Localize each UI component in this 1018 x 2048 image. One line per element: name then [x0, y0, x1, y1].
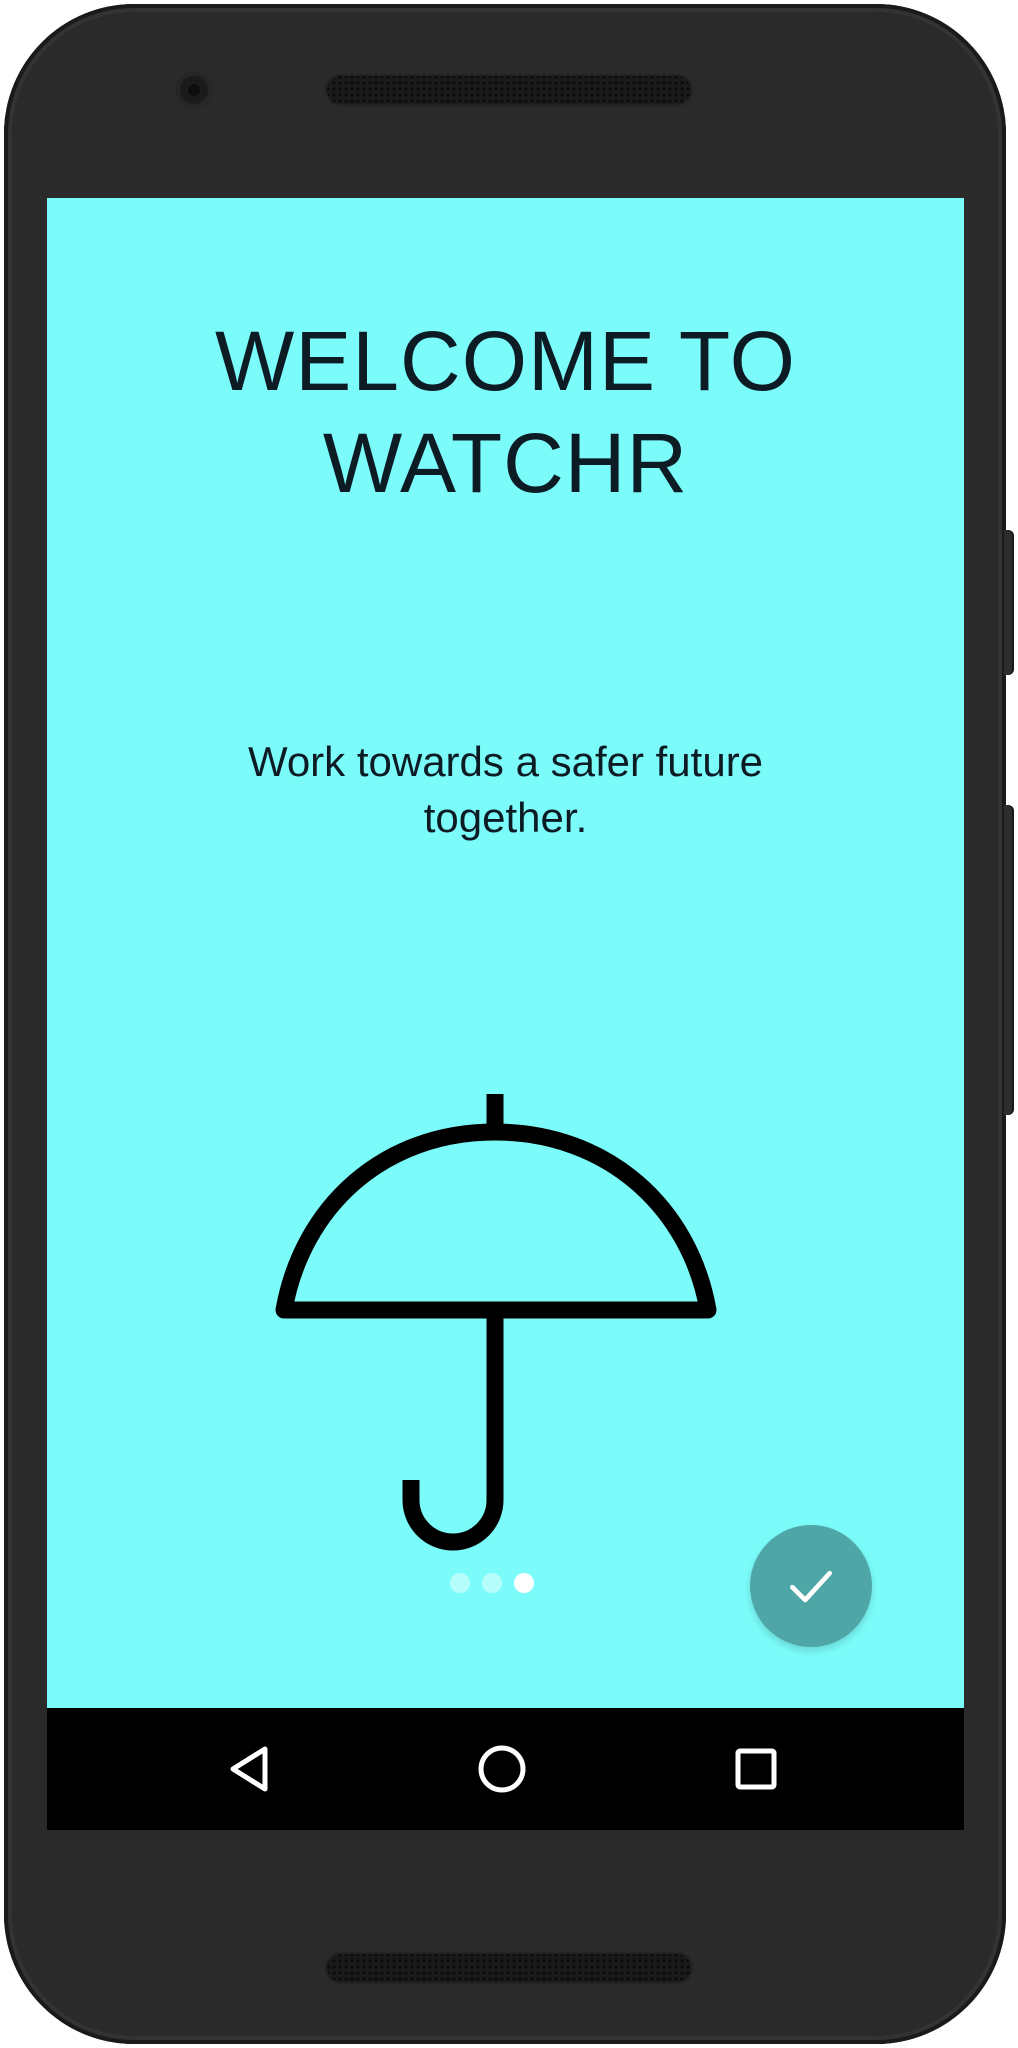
bottom-speaker-grille — [325, 1952, 693, 1984]
page-indicator — [450, 1573, 534, 1593]
recents-icon — [735, 1748, 777, 1790]
top-speaker-grille — [325, 74, 693, 106]
back-icon — [230, 1746, 268, 1792]
done-button[interactable] — [750, 1525, 872, 1647]
nav-recents-button[interactable] — [721, 1734, 791, 1804]
volume-button — [1004, 805, 1014, 1115]
page-dot[interactable] — [482, 1573, 502, 1593]
welcome-title: WELCOME TO WATCHR — [47, 310, 964, 514]
front-camera — [176, 72, 212, 108]
welcome-title-line-1: WELCOME TO — [215, 314, 796, 408]
check-icon — [790, 1570, 832, 1603]
umbrella-icon — [275, 1094, 717, 1551]
welcome-subtitle-line-1: Work towards a safer future — [247, 738, 764, 785]
nav-home-button[interactable] — [467, 1734, 537, 1804]
power-button — [1004, 530, 1014, 675]
welcome-subtitle-line-2: together. — [423, 794, 588, 841]
welcome-screen: WELCOME TO WATCHR Work towards a safer f… — [47, 198, 964, 1708]
page-dot-active[interactable] — [514, 1573, 534, 1593]
welcome-subtitle: Work towards a safer future together. — [47, 734, 964, 846]
welcome-title-line-2: WATCHR — [322, 416, 689, 510]
page-dot[interactable] — [450, 1573, 470, 1593]
system-nav-bar — [47, 1708, 964, 1830]
nav-back-button[interactable] — [216, 1734, 286, 1804]
home-icon — [478, 1745, 526, 1793]
